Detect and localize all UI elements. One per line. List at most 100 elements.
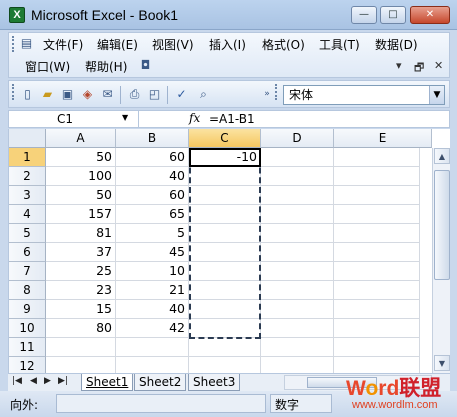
- menu-format[interactable]: 格式(O): [262, 36, 305, 53]
- cell-b8[interactable]: 21: [116, 281, 189, 300]
- workbook-icon[interactable]: ▤: [18, 35, 35, 52]
- cell-c1[interactable]: -10: [189, 148, 261, 167]
- cell-d7[interactable]: [261, 262, 334, 281]
- chevron-down-icon[interactable]: ▼: [429, 86, 444, 104]
- insert-function-icon[interactable]: fx: [189, 111, 200, 125]
- maximize-button[interactable]: □: [380, 6, 406, 24]
- column-header-c[interactable]: C: [189, 129, 261, 148]
- cell-b6[interactable]: 45: [116, 243, 189, 262]
- row-header-7[interactable]: 7: [9, 262, 46, 281]
- cell-e2[interactable]: [334, 167, 420, 186]
- email-icon[interactable]: ✉: [99, 86, 116, 103]
- cell-a3[interactable]: 50: [46, 186, 116, 205]
- column-header-a[interactable]: A: [46, 129, 116, 148]
- vertical-scrollbar[interactable]: ▲ ▼: [432, 148, 450, 373]
- cell-b9[interactable]: 40: [116, 300, 189, 319]
- cell-e10[interactable]: [334, 319, 420, 338]
- row-header-1[interactable]: 1: [9, 148, 46, 167]
- cell-b5[interactable]: 5: [116, 224, 189, 243]
- row-header-5[interactable]: 5: [9, 224, 46, 243]
- chevron-down-icon[interactable]: ▼: [122, 113, 128, 122]
- cell-d2[interactable]: [261, 167, 334, 186]
- cell-e4[interactable]: [334, 205, 420, 224]
- cell-a10[interactable]: 80: [46, 319, 116, 338]
- cell-c4[interactable]: [189, 205, 261, 224]
- camera-icon[interactable]: ◘: [137, 57, 154, 74]
- last-sheet-icon[interactable]: ▶|: [58, 376, 68, 386]
- menu-file[interactable]: 文件(F): [43, 36, 83, 53]
- cell-e6[interactable]: [334, 243, 420, 262]
- row-header-2[interactable]: 2: [9, 167, 46, 186]
- cell-a5[interactable]: 81: [46, 224, 116, 243]
- cell-a4[interactable]: 157: [46, 205, 116, 224]
- cell-a11[interactable]: [46, 338, 116, 357]
- scroll-up-icon[interactable]: ▲: [434, 148, 450, 164]
- minimize-button[interactable]: —: [351, 6, 377, 24]
- cell-b11[interactable]: [116, 338, 189, 357]
- format-toolbar-grip[interactable]: [275, 84, 278, 100]
- vertical-scroll-thumb[interactable]: [434, 170, 450, 280]
- row-header-9[interactable]: 9: [9, 300, 46, 319]
- cell-b7[interactable]: 10: [116, 262, 189, 281]
- menu-grip[interactable]: [12, 36, 15, 52]
- menu-help[interactable]: 帮助(H): [85, 58, 127, 75]
- spelling-icon[interactable]: ✓: [173, 86, 190, 103]
- cell-d3[interactable]: [261, 186, 334, 205]
- row-header-3[interactable]: 3: [9, 186, 46, 205]
- tab-sheet2[interactable]: Sheet2: [134, 374, 187, 391]
- cell-e1[interactable]: [334, 148, 420, 167]
- save-icon[interactable]: ▣: [59, 86, 76, 103]
- name-box[interactable]: C1 ▼: [9, 111, 139, 127]
- workbook-restore-icon[interactable]: 🗗: [414, 59, 424, 78]
- cell-c6[interactable]: [189, 243, 261, 262]
- cell-e8[interactable]: [334, 281, 420, 300]
- worksheet-grid[interactable]: ABCDE 1 2 3 4 5 6 7 8 9 10 11 12 50 60 -10 100 40 50 60 15…: [8, 129, 450, 376]
- cell-a9[interactable]: 15: [46, 300, 116, 319]
- row-header-10[interactable]: 10: [9, 319, 46, 338]
- row-header-11[interactable]: 11: [9, 338, 46, 357]
- cell-a1[interactable]: 50: [46, 148, 116, 167]
- cell-c3[interactable]: [189, 186, 261, 205]
- cell-c8[interactable]: [189, 281, 261, 300]
- new-icon[interactable]: ▯: [19, 86, 36, 103]
- cell-e9[interactable]: [334, 300, 420, 319]
- cell-d5[interactable]: [261, 224, 334, 243]
- cell-a7[interactable]: 25: [46, 262, 116, 281]
- row-header-8[interactable]: 8: [9, 281, 46, 300]
- cell-c7[interactable]: [189, 262, 261, 281]
- cell-a6[interactable]: 37: [46, 243, 116, 262]
- tab-sheet3[interactable]: Sheet3: [188, 374, 241, 391]
- cell-d8[interactable]: [261, 281, 334, 300]
- cell-c5[interactable]: [189, 224, 261, 243]
- next-sheet-icon[interactable]: ▶: [44, 376, 51, 386]
- cell-b1[interactable]: 60: [116, 148, 189, 167]
- scroll-down-icon[interactable]: ▼: [434, 355, 450, 371]
- prev-sheet-icon[interactable]: ◀: [30, 376, 37, 386]
- print-icon[interactable]: ⎙: [126, 86, 143, 103]
- menu-view[interactable]: 视图(V): [152, 36, 194, 53]
- research-icon[interactable]: ⌕: [195, 86, 212, 103]
- cell-d9[interactable]: [261, 300, 334, 319]
- open-icon[interactable]: ▰: [39, 86, 56, 103]
- first-sheet-icon[interactable]: |◀: [12, 376, 22, 386]
- cell-c9[interactable]: [189, 300, 261, 319]
- menu-insert[interactable]: 插入(I): [209, 36, 246, 53]
- close-button[interactable]: ✕: [410, 6, 450, 24]
- cell-b3[interactable]: 60: [116, 186, 189, 205]
- font-name-select[interactable]: 宋体 ▼: [283, 85, 445, 105]
- column-header-b[interactable]: B: [116, 129, 189, 148]
- column-header-e[interactable]: E: [334, 129, 432, 148]
- cell-e3[interactable]: [334, 186, 420, 205]
- menu-window[interactable]: 窗口(W): [25, 58, 70, 75]
- cell-b2[interactable]: 40: [116, 167, 189, 186]
- formula-input[interactable]: =A1-B1: [209, 112, 255, 126]
- row-header-4[interactable]: 4: [9, 205, 46, 224]
- print-preview-icon[interactable]: ◰: [146, 86, 163, 103]
- menu-edit[interactable]: 编辑(E): [97, 36, 138, 53]
- cell-c11[interactable]: [189, 338, 261, 357]
- cell-b10[interactable]: 42: [116, 319, 189, 338]
- row-header-6[interactable]: 6: [9, 243, 46, 262]
- cell-d1[interactable]: [261, 148, 334, 167]
- permission-icon[interactable]: ◈: [79, 86, 96, 103]
- cell-d11[interactable]: [261, 338, 334, 357]
